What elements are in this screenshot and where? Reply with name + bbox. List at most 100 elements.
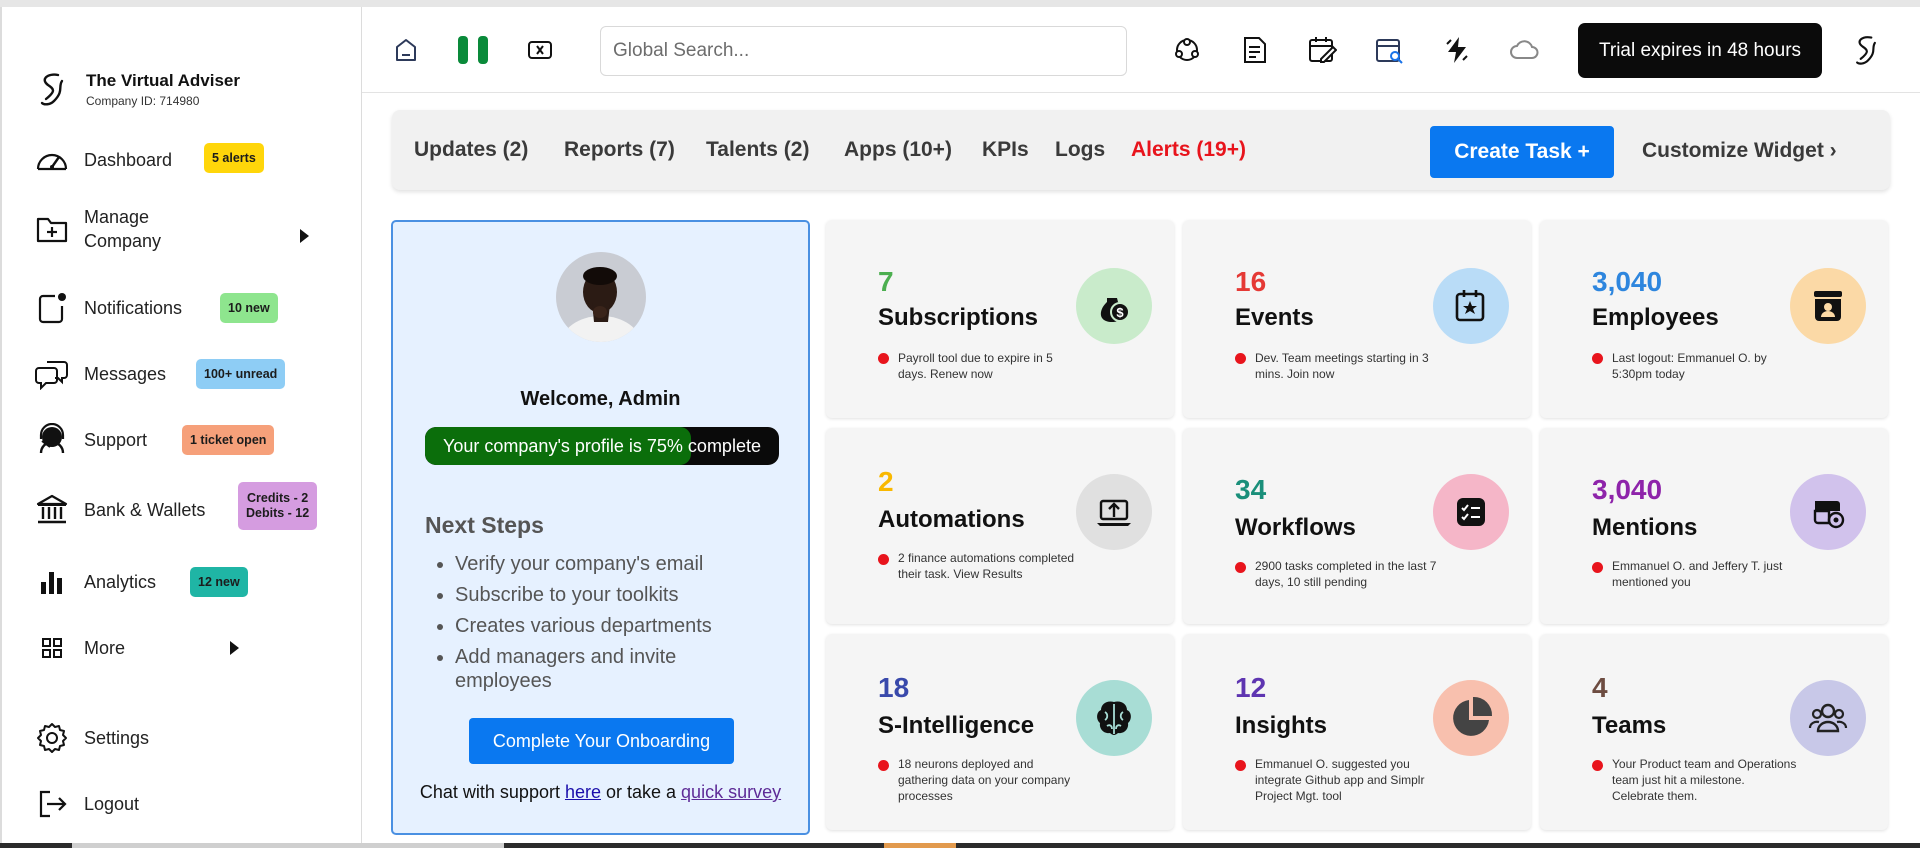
card-note: 18 neurons deployed and gathering data o… — [898, 757, 1071, 803]
sidebar-item-dashboard[interactable]: Dashboard — [34, 143, 172, 177]
customize-widget-button[interactable]: Customize Widget › — [1642, 139, 1837, 163]
tab-updates[interactable]: Updates (2) — [414, 138, 528, 162]
sidebar: The Virtual Adviser Company ID: 714980 D… — [0, 7, 362, 843]
card-title: Mentions — [1592, 514, 1698, 541]
nigeria-flag-icon[interactable] — [453, 30, 493, 70]
card-title: Events — [1235, 304, 1314, 331]
company-brand[interactable]: The Virtual Adviser Company ID: 714980 — [34, 69, 240, 109]
automations-card[interactable]: 2 Automations 2 finance automations comp… — [826, 428, 1174, 624]
create-task-button[interactable]: Create Task + — [1430, 126, 1614, 178]
insights-card[interactable]: 12 Insights Emmanuel O. suggested you in… — [1183, 634, 1531, 830]
scrollbar-segment — [72, 843, 504, 848]
calendar-edit-icon[interactable] — [1302, 30, 1342, 70]
sidebar-item-analytics[interactable]: Analytics — [34, 565, 156, 599]
tab-reports[interactable]: Reports (7) — [564, 138, 675, 162]
sidebar-item-support[interactable]: Support — [34, 423, 147, 457]
calendar-star-icon — [1433, 268, 1509, 344]
list-item: Verify your company's email — [455, 552, 775, 576]
card-note: Emmanuel O. suggested you integrate Gith… — [1255, 757, 1425, 803]
next-steps-list: Verify your company's email Subscribe to… — [455, 552, 775, 700]
workflows-card[interactable]: 34 Workflows 2900 tasks completed in the… — [1183, 428, 1531, 624]
brand-logo-icon[interactable] — [1846, 30, 1886, 70]
card-value: 2 — [878, 466, 894, 497]
card-note: Your Product team and Operations team ju… — [1612, 757, 1797, 803]
analytics-new-badge: 12 new — [190, 567, 248, 597]
card-value: 34 — [1235, 474, 1267, 505]
tab-alerts[interactable]: Alerts (19+) — [1131, 138, 1246, 162]
card-note: Emmanuel O. and Jeffery T. just mentione… — [1612, 559, 1783, 589]
quick-survey-link[interactable]: quick survey — [681, 782, 781, 802]
trial-expiry-button[interactable]: Trial expires in 48 hours — [1578, 23, 1822, 78]
sidebar-item-logout[interactable]: Logout — [34, 787, 139, 821]
tab-talents[interactable]: Talents (2) — [706, 138, 809, 162]
window-bottom-edge — [0, 843, 1920, 848]
sidebar-item-manage-company[interactable]: Manage Company — [34, 205, 161, 253]
folder-plus-icon — [34, 212, 70, 246]
status-dot — [1235, 562, 1246, 573]
list-item: Subscribe to your toolkits — [455, 583, 775, 607]
more-expand-arrow[interactable] — [230, 641, 239, 655]
top-bar: Trial expires in 48 hours — [362, 7, 1920, 93]
card-value: 3,040 — [1592, 266, 1663, 297]
card-value: 12 — [1235, 672, 1267, 703]
card-title: Teams — [1592, 712, 1667, 739]
home-icon[interactable] — [386, 30, 426, 70]
sidebar-item-messages[interactable]: Messages — [34, 357, 166, 391]
card-title: Workflows — [1235, 514, 1356, 541]
card-note: 2 finance automations completed their ta… — [898, 551, 1075, 581]
status-dot — [878, 760, 889, 771]
employees-card[interactable]: 3,040 Employees Last logout: Emmanuel O.… — [1540, 220, 1888, 418]
sidebar-item-label: Logout — [84, 794, 140, 814]
sidebar-item-label: Settings — [84, 728, 150, 748]
profile-progress-bar: Your company's profile is 75% complete — [425, 427, 779, 465]
company-name: The Virtual Adviser — [86, 70, 240, 90]
admin-avatar[interactable] — [556, 252, 646, 342]
card-note: Last logout: Emmanuel O. by 5:30pm today — [1612, 351, 1767, 381]
s-intelligence-card[interactable]: 18 S-Intelligence 18 neurons deployed an… — [826, 634, 1174, 830]
team-icon — [1790, 680, 1866, 756]
card-note: Dev. Team meetings starting in 3 mins. J… — [1255, 351, 1429, 381]
card-title: Subscriptions — [878, 304, 1039, 331]
tab-apps[interactable]: Apps (10+) — [844, 138, 952, 162]
support-chat-line: Chat with support here or take a quick s… — [393, 782, 808, 803]
scrollbar-segment — [884, 843, 956, 848]
card-title: Automations — [878, 506, 1025, 533]
dashboard-tabs-bar: Updates (2) Reports (7) Talents (2) Apps… — [392, 110, 1890, 190]
next-steps-title: Next Steps — [425, 512, 544, 538]
document-icon[interactable] — [1235, 30, 1275, 70]
headset-icon — [34, 423, 70, 457]
lightning-icon[interactable] — [1437, 30, 1477, 70]
sidebar-item-label: Support — [84, 430, 148, 450]
status-dot — [878, 554, 889, 565]
status-dot — [1235, 353, 1246, 364]
manage-company-expand-arrow[interactable] — [300, 229, 309, 243]
sidebar-item-label: Bank & Wallets — [84, 500, 206, 520]
card-title: S-Intelligence — [878, 712, 1035, 739]
card-title: Insights — [1235, 712, 1328, 739]
bank-icon — [34, 493, 70, 527]
events-card[interactable]: 16 Events Dev. Team meetings starting in… — [1183, 220, 1531, 418]
chat-prefix-text: Chat with support — [419, 782, 565, 802]
teams-card[interactable]: 4 Teams Your Product team and Operations… — [1540, 634, 1888, 830]
sidebar-item-more[interactable]: More — [34, 631, 125, 665]
global-search-input[interactable] — [600, 26, 1127, 76]
sidebar-item-label: Notifications — [84, 298, 183, 318]
cloud-icon[interactable] — [1504, 30, 1544, 70]
list-item: Creates various departments — [455, 614, 775, 638]
network-icon[interactable] — [1167, 30, 1207, 70]
subscriptions-card[interactable]: 7 Subscriptions Payroll tool due to expi… — [826, 220, 1174, 418]
laptop-upload-icon — [1076, 474, 1152, 550]
grid-icon — [34, 631, 70, 665]
sidebar-item-notifications[interactable]: Notifications — [34, 291, 182, 325]
card-value: 7 — [878, 266, 894, 297]
complete-onboarding-button[interactable]: Complete Your Onboarding — [469, 718, 734, 764]
mentions-card[interactable]: 3,040 Mentions Emmanuel O. and Jeffery T… — [1540, 428, 1888, 624]
chat-support-link[interactable]: here — [565, 782, 601, 802]
sidebar-item-settings[interactable]: Settings — [34, 721, 149, 755]
sidebar-item-bank-wallets[interactable]: Bank & Wallets — [34, 493, 205, 527]
profile-progress-text: Your company's profile is 75% complete — [443, 435, 761, 456]
media-icon[interactable] — [520, 30, 560, 70]
tab-kpis[interactable]: KPIs — [982, 138, 1029, 162]
calendar-search-icon[interactable] — [1369, 30, 1409, 70]
tab-logs[interactable]: Logs — [1055, 138, 1105, 162]
